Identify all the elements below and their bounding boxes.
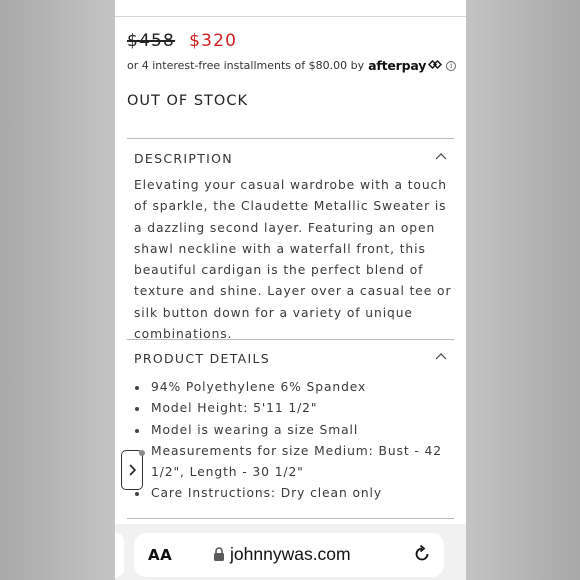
afterpay-logo[interactable]: afterpay	[368, 58, 426, 73]
lock-icon	[214, 547, 224, 561]
product-details-list: 94% Polyethylene 6% Spandex Model Height…	[134, 377, 454, 505]
address-bar[interactable]: AA johnnywas.com	[134, 533, 444, 577]
chevron-right-icon	[129, 464, 136, 476]
product-details-heading[interactable]: PRODUCT DETAILS	[134, 351, 270, 366]
notification-dot	[139, 450, 145, 456]
text-size-button[interactable]: AA	[148, 546, 172, 564]
afterpay-arrows-icon	[428, 59, 443, 72]
stock-status: OUT OF STOCK	[127, 93, 248, 109]
list-item: 94% Polyethylene 6% Spandex	[134, 377, 454, 398]
original-price: $458	[127, 31, 176, 51]
background-right	[466, 0, 580, 580]
divider	[127, 339, 454, 340]
divider	[115, 16, 466, 17]
divider	[127, 518, 454, 519]
list-item: Model Height: 5'11 1/2"	[134, 398, 454, 419]
chevron-up-icon[interactable]	[435, 352, 447, 360]
chevron-up-icon[interactable]	[435, 152, 447, 160]
list-item: Model is wearing a size Small	[134, 420, 454, 441]
list-item: Care Instructions: Dry clean only	[134, 483, 454, 504]
browser-toolbar: AA johnnywas.com	[115, 524, 466, 580]
previous-tab-edge[interactable]	[115, 533, 124, 577]
list-item: Measurements for size Medium: Bust - 42 …	[134, 441, 454, 484]
product-page: $458 $320 or 4 interest-free installment…	[115, 0, 466, 580]
description-body: Elevating your casual wardrobe with a to…	[134, 178, 452, 342]
price-row: $458 $320	[127, 31, 237, 51]
divider	[127, 138, 454, 139]
background-left	[0, 0, 115, 580]
url-text[interactable]: johnnywas.com	[230, 544, 351, 565]
info-icon[interactable]: i	[446, 60, 457, 71]
afterpay-message: or 4 interest-free installments of $80.0…	[127, 58, 457, 73]
afterpay-text: or 4 interest-free installments of $80.0…	[127, 59, 365, 72]
description-heading[interactable]: DESCRIPTION	[134, 151, 233, 166]
sale-price: $320	[189, 31, 238, 51]
expand-drawer-button[interactable]	[121, 450, 143, 490]
reload-icon[interactable]	[412, 544, 432, 564]
